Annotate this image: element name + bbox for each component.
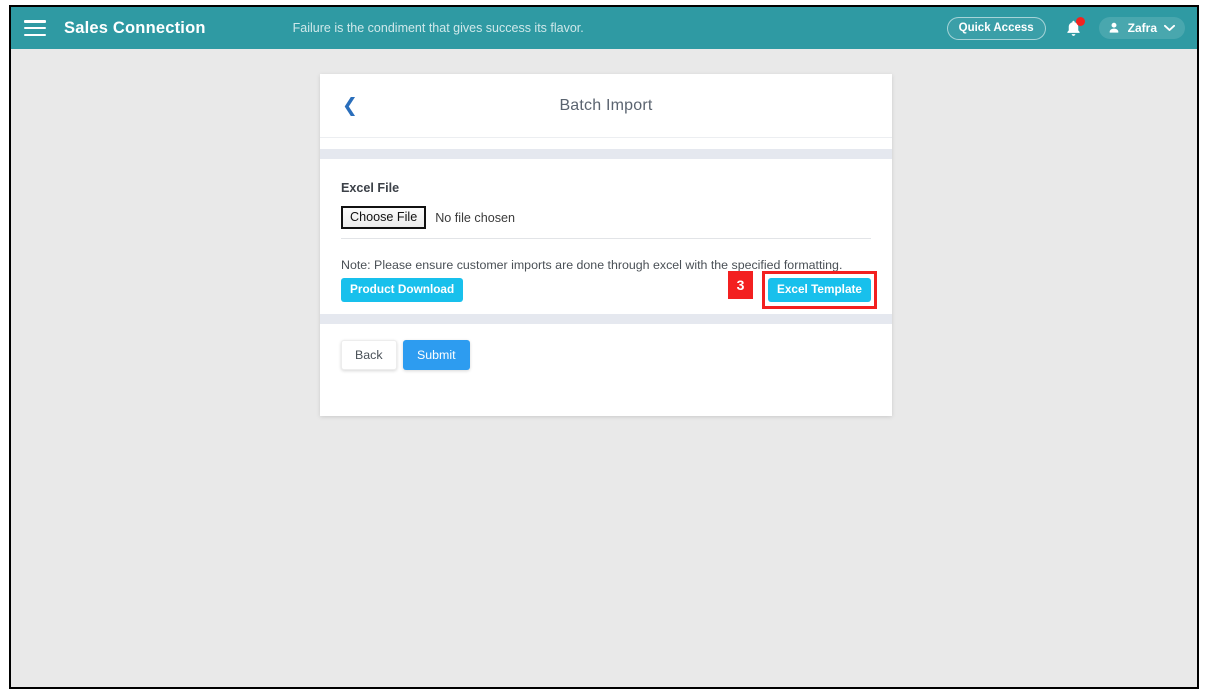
user-name-label: Zafra: [1127, 21, 1157, 35]
navbar-right-group: Quick Access Zafra: [946, 16, 1197, 40]
user-avatar-icon: [1109, 22, 1118, 33]
section-divider-band-bottom: [320, 313, 892, 324]
choose-file-button[interactable]: Choose File: [341, 206, 427, 230]
product-download-button[interactable]: Product Download: [341, 277, 464, 302]
back-chevron-icon[interactable]: ❮: [342, 96, 358, 115]
download-buttons-row: Product Download Excel Template 3: [341, 270, 877, 309]
section-divider-band-top: [320, 149, 892, 159]
submit-button[interactable]: Submit: [403, 339, 470, 370]
page-content: ❮ Batch Import Excel File Choose File No…: [11, 49, 1197, 687]
notification-badge: [1075, 16, 1085, 26]
user-menu-button[interactable]: Zafra: [1098, 17, 1185, 39]
file-input-row[interactable]: Choose File No file chosen: [341, 206, 871, 240]
batch-import-card: ❮ Batch Import Excel File Choose File No…: [320, 74, 892, 416]
no-file-chosen-label: No file chosen: [435, 210, 516, 225]
screenshot-root: Sales Connection Failure is the condimen…: [0, 0, 1208, 698]
note-text: Note: Please ensure customer imports are…: [341, 258, 843, 273]
browser-viewport: Sales Connection Failure is the condimen…: [9, 5, 1199, 689]
hamburger-icon[interactable]: [24, 20, 46, 36]
excel-file-label: Excel File: [341, 181, 400, 195]
card-header: ❮ Batch Import: [320, 74, 892, 138]
hamburger-bar: [24, 20, 46, 23]
chevron-down-icon: [1164, 24, 1175, 31]
quick-access-button[interactable]: Quick Access: [946, 16, 1046, 40]
top-navbar: Sales Connection Failure is the condimen…: [11, 7, 1197, 49]
notification-bell-icon[interactable]: [1064, 16, 1085, 39]
brand-title[interactable]: Sales Connection: [64, 19, 206, 38]
page-title: Batch Import: [559, 96, 653, 114]
card-header-gap: [320, 138, 892, 149]
navbar-quote: Failure is the condiment that gives succ…: [292, 21, 584, 35]
card-footer: Back Submit: [320, 324, 892, 416]
hamburger-bar: [24, 33, 46, 36]
card-body: Excel File Choose File No file chosen No…: [320, 159, 892, 314]
excel-template-button-wrapper: Excel Template 3: [727, 270, 877, 309]
back-button[interactable]: Back: [341, 339, 397, 370]
excel-template-button[interactable]: Excel Template: [767, 277, 871, 302]
hamburger-bar: [24, 26, 46, 30]
annotation-step-badge: 3: [727, 270, 753, 299]
